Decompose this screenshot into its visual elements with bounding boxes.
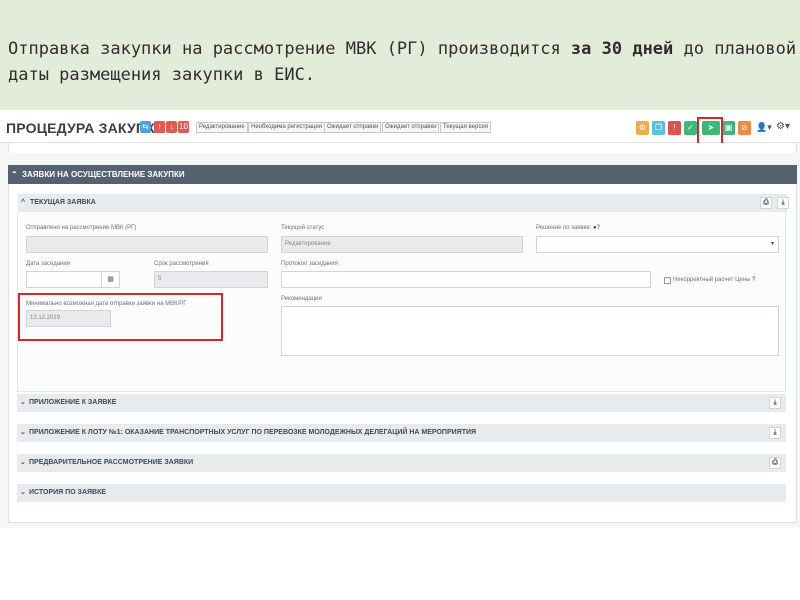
user-menu[interactable]: 👤▾ [756, 122, 772, 133]
meeting-date-input[interactable]: ▦ [26, 271, 120, 288]
decision-label: Решение по заявке: ●? [536, 225, 601, 231]
recommendations-textarea[interactable] [281, 306, 779, 356]
meeting-date-label: Дата заседания [26, 261, 70, 267]
section-header-requests[interactable]: ⌃ ЗАЯВКИ НА ОСУЩЕСТВЛЕНИЕ ЗАКУПКИ [8, 165, 797, 184]
highlight-frame-send-button [697, 117, 723, 145]
subsection-preliminary-review[interactable]: ⌄ ПРЕДВАРИТЕЛЬНОЕ РАССМОТРЕНИЕ ЗАЯВКИ ⎙ [17, 454, 786, 472]
status-tag-registration: Необходима регистрация [248, 122, 326, 133]
status-tag-awaiting-2: Ожидает отправки [382, 122, 440, 133]
download-icon[interactable]: ⤓ [769, 397, 781, 409]
chevron-up-icon: ⌃ [11, 170, 18, 179]
help-icon[interactable]: ? [752, 277, 755, 283]
copy-icon[interactable]: ❐ [652, 121, 665, 135]
toolbar-spacer [8, 143, 797, 153]
subsection-current-request[interactable]: ^ ТЕКУЩАЯ ЗАЯВКА ⎙ ⤓ [18, 194, 789, 212]
arrow-up-icon[interactable]: ↑ [154, 121, 165, 133]
slide-caption: Отправка закупки на рассмотрение МВК (РГ… [8, 39, 797, 85]
incorrect-calc-checkbox[interactable] [664, 277, 671, 284]
chevron-down-icon: ⌄ [20, 489, 26, 496]
chevron-down-icon: ▾ [770, 241, 774, 247]
share-icon[interactable]: ⇆ [140, 121, 151, 133]
document-icon[interactable]: ▣ [722, 121, 735, 135]
review-term-field: 5 [154, 271, 268, 288]
chevron-down-icon: ⌄ [20, 429, 26, 436]
protocol-label: Протокол заседания [281, 261, 338, 267]
chevron-up-icon: ^ [21, 199, 26, 206]
decision-select[interactable]: ▾ [536, 236, 779, 253]
subsection-request-history[interactable]: ⌄ ИСТОРИЯ ПО ЗАЯВКЕ [17, 484, 786, 502]
protocol-input[interactable] [281, 271, 651, 288]
sent-date-field [26, 236, 268, 253]
sent-label: Отправлено на рассмотрение МВК (РГ) [26, 225, 137, 231]
status-label: Текущий статус [281, 225, 325, 231]
review-term-label: Срок рассмотрения [154, 261, 209, 267]
print-icon[interactable]: ⎙ [769, 457, 781, 469]
recommendations-label: Рекомендации [281, 296, 322, 302]
incorrect-calc-label: Некорректный расчет Цены ? [673, 277, 756, 283]
chevron-down-icon: ⌄ [20, 459, 26, 466]
check-icon[interactable]: ✓ [684, 121, 697, 135]
gear-icon[interactable]: ⚙ [636, 121, 649, 135]
print-icon[interactable]: ⎙ [760, 197, 772, 209]
block-icon[interactable]: ⊘ [738, 121, 751, 135]
subsection-lot-attachment[interactable]: ⌄ ПРИЛОЖЕНИЕ К ЛОТУ №1: ОКАЗАНИЕ ТРАНСПО… [17, 424, 786, 442]
help-icon[interactable]: ●? [593, 225, 600, 231]
calendar-icon[interactable]: ▦ [101, 272, 119, 287]
slide-banner: Отправка закупки на рассмотрение МВК (РГ… [0, 0, 800, 110]
download-icon[interactable]: ⤓ [777, 197, 789, 209]
status-tag-awaiting-1: Ожидает отправки [324, 122, 382, 133]
subsection-request-attachment[interactable]: ⌄ ПРИЛОЖЕНИЕ К ЗАЯВКЕ ⤓ [17, 394, 786, 412]
alert-icon[interactable]: ! [668, 121, 681, 135]
highlight-frame-min-date [18, 293, 223, 341]
status-field: Редактирование [281, 236, 523, 253]
download-icon[interactable]: ⤓ [769, 427, 781, 439]
arrow-down-icon[interactable]: ↓ [166, 121, 177, 133]
settings-menu[interactable]: ⚙▾ [776, 121, 790, 132]
status-tag-current-version: Текущая версия [440, 122, 491, 133]
top-toolbar: ПРОЦЕДУРА ЗАКУПКИ ⇆ ↑ ↓ 10 Редактировани… [0, 113, 800, 145]
status-tag-editing: Редактирование [196, 122, 248, 133]
chevron-down-icon: ⌄ [20, 399, 26, 406]
counter-badge[interactable]: 10 [178, 121, 189, 133]
